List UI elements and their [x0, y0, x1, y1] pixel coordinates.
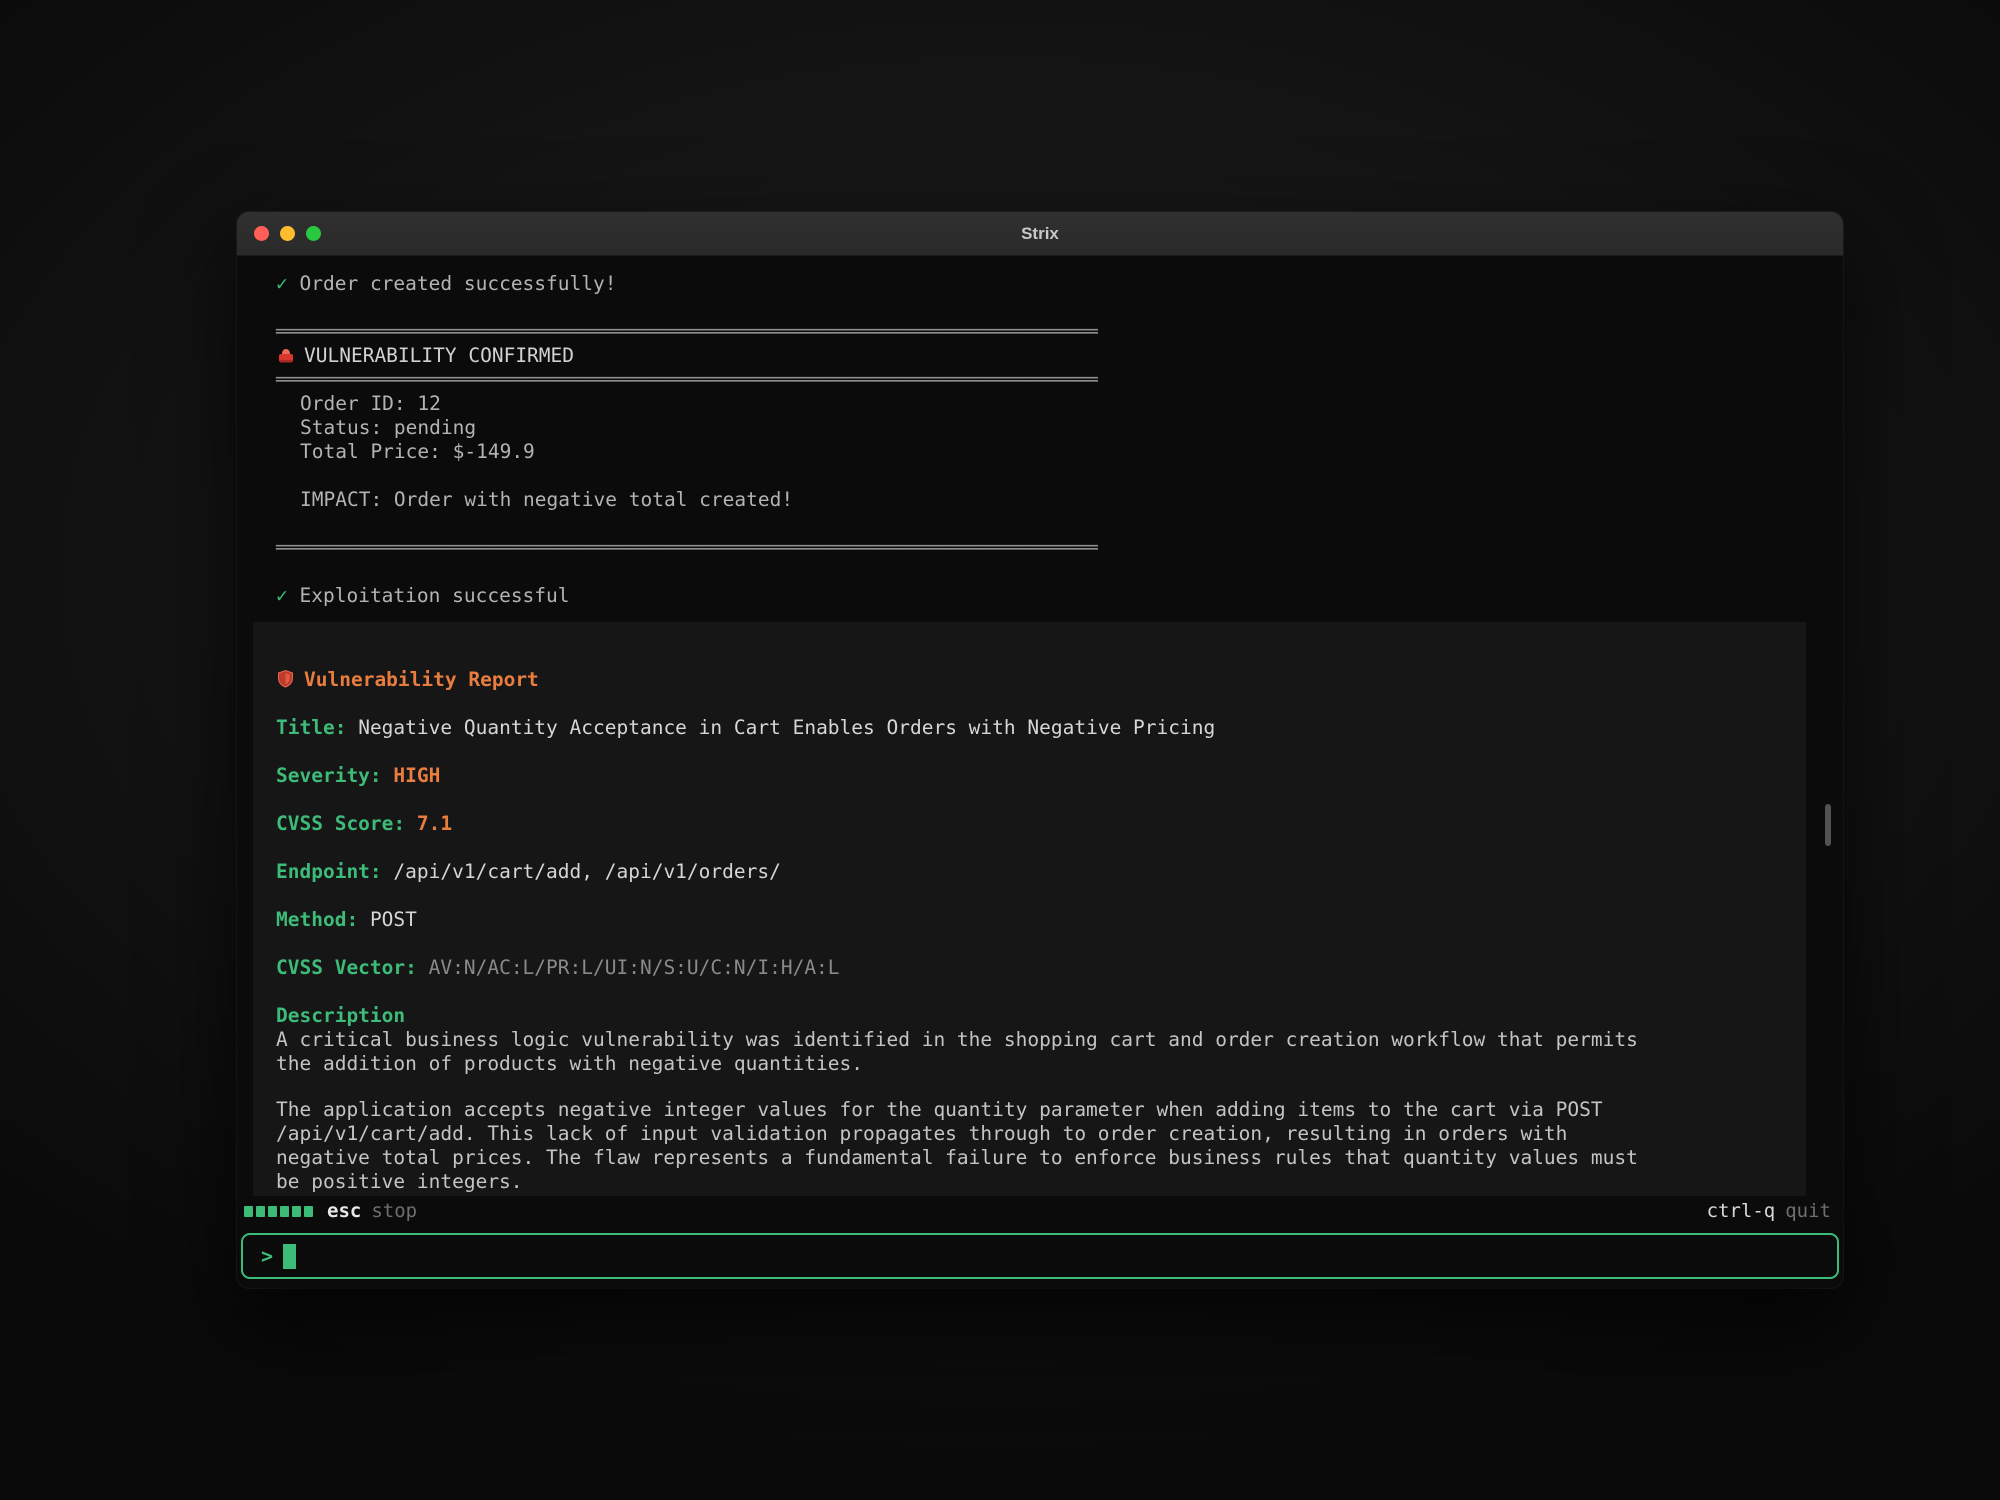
- report-field-cvss-vector: CVSS Vector: AV:N/AC:L/PR:L/UI:N/S:U/C:N…: [276, 956, 840, 979]
- siren-icon: [276, 346, 296, 364]
- strix-terminal-window: Strix ✓ Order created successfully! ════…: [237, 212, 1843, 1288]
- zoom-window-button[interactable]: [306, 226, 321, 241]
- prompt-symbol: >: [261, 1244, 274, 1268]
- report-header: Vulnerability Report: [276, 668, 1782, 692]
- separator-line: ════════════════════════════════════════…: [276, 536, 1098, 559]
- order-success-line: ✓ Order created successfully!: [276, 272, 1843, 296]
- scrollbar-thumb[interactable]: [1825, 804, 1831, 846]
- exploitation-success-text: Exploitation successful: [299, 584, 570, 607]
- description-paragraph-2: The application accepts negative integer…: [276, 1098, 1638, 1193]
- separator-line: ════════════════════════════════════════…: [276, 320, 1098, 343]
- status-bar: esc stop ctrl-q quit: [237, 1196, 1843, 1226]
- text-cursor: [283, 1243, 297, 1269]
- report-field-method: Method: POST: [276, 908, 417, 931]
- close-window-button[interactable]: [254, 226, 269, 241]
- impact-line: IMPACT: Order with negative total create…: [300, 488, 794, 511]
- progress-spinner: [244, 1205, 313, 1217]
- check-icon: ✓: [276, 584, 288, 607]
- quit-hint-label: quit: [1785, 1200, 1831, 1222]
- traffic-lights: [237, 226, 321, 241]
- ctrl-q-key-hint: ctrl-q: [1706, 1200, 1776, 1222]
- esc-key-hint: esc: [327, 1200, 362, 1222]
- vulnerability-confirmed-text: VULNERABILITY CONFIRMED: [304, 344, 575, 367]
- stop-hint-label: stop: [371, 1200, 418, 1222]
- minimize-window-button[interactable]: [280, 226, 295, 241]
- report-field-endpoint: Endpoint: /api/v1/cart/add, /api/v1/orde…: [276, 860, 781, 883]
- separator-line: ════════════════════════════════════════…: [276, 368, 1098, 391]
- shield-icon: [276, 669, 296, 688]
- quit-hint-group: ctrl-q quit: [1707, 1200, 1831, 1222]
- window-title: Strix: [1021, 223, 1059, 243]
- check-icon: ✓: [276, 272, 288, 295]
- report-header-text: Vulnerability Report: [304, 668, 539, 691]
- description-heading: Description: [276, 1004, 406, 1027]
- vulnerability-report-panel: Vulnerability Report Title: Negative Qua…: [253, 622, 1806, 1196]
- report-field-title: Title: Negative Quantity Acceptance in C…: [276, 716, 1216, 739]
- report-field-cvss-score: CVSS Score: 7.1: [276, 812, 453, 835]
- command-input[interactable]: >: [241, 1233, 1839, 1279]
- total-price-line: Total Price: $-149.9: [300, 440, 535, 463]
- order-success-text: Order created successfully!: [299, 272, 617, 295]
- window-titlebar[interactable]: Strix: [237, 212, 1843, 256]
- status-line: Status: pending: [300, 416, 477, 439]
- description-paragraph-1: A critical business logic vulnerability …: [276, 1028, 1638, 1075]
- exploitation-success-line: ✓ Exploitation successful: [276, 584, 1843, 608]
- vulnerability-confirmed-line: VULNERABILITY CONFIRMED: [276, 344, 1843, 368]
- terminal-output: ✓ Order created successfully! ══════════…: [237, 256, 1843, 1196]
- order-id-line: Order ID: 12: [300, 392, 441, 415]
- report-field-severity: Severity: HIGH: [276, 764, 441, 787]
